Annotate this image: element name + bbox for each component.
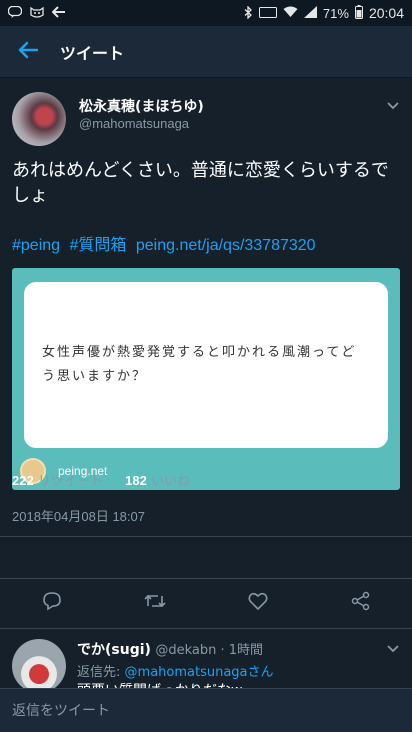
retweet-label[interactable]: リツイート [38, 474, 103, 489]
reply-header: でか(sugi) @dekabn · 1時間 [77, 639, 263, 659]
back-arrow-icon [51, 6, 66, 20]
reply-button[interactable] [0, 580, 103, 626]
card-question-box: 女性声優が熱愛発覚すると叩かれる風潮ってどう思いますか？ [24, 282, 388, 448]
wifi-icon [283, 6, 298, 20]
page-title: ツイート [60, 43, 125, 63]
bluetooth-icon [244, 4, 253, 21]
avatar[interactable] [12, 639, 66, 693]
reply-icon [42, 591, 62, 615]
like-icon [247, 592, 268, 614]
line-icon [7, 5, 23, 20]
reply-input[interactable] [12, 702, 402, 719]
reply-to: 返信先: @mahomatsunagaさん [77, 661, 274, 680]
status-bar: 71% 20:04 [0, 0, 412, 26]
author-row[interactable]: 松永真穂(まほちゆ) @mahomatsunaga [12, 92, 400, 152]
author-handle[interactable]: @mahomatsunaga [79, 116, 189, 131]
back-button[interactable] [0, 26, 56, 78]
retweet-icon [143, 592, 166, 614]
tweet-link[interactable]: peing.net/ja/qs/33787320 [136, 237, 316, 254]
signal-icon [303, 6, 317, 20]
volte-icon [258, 6, 277, 20]
like-label[interactable]: いいね [151, 474, 190, 489]
reply-to-label: 返信先: [77, 665, 121, 680]
app-bar: ツイート [0, 26, 412, 78]
compose-bar [0, 688, 412, 732]
tweet-text: あれはめんどくさい。普通に恋愛くらいするでしょ [12, 160, 389, 206]
hashtag-peing[interactable]: #peing [12, 237, 60, 254]
battery-percent: 71% [322, 5, 349, 21]
tweet-stats: 222 リツイート 182 いいね [12, 470, 190, 489]
like-button[interactable] [206, 580, 309, 626]
status-time: 20:04 [368, 5, 404, 21]
card-question: 女性声優が熱愛発覚すると叩かれる風潮ってどう思いますか？ [42, 345, 357, 384]
tweet-links: #peing #質問箱 peing.net/ja/qs/33787320 [12, 231, 402, 255]
retweet-count[interactable]: 222 [12, 473, 34, 488]
chevron-down-icon[interactable] [386, 98, 400, 112]
tweet-timestamp: 2018年04月08日 18:07 [12, 509, 145, 524]
action-bar [0, 580, 412, 626]
reply-to-mention[interactable]: @mahomatsunagaさん [125, 665, 274, 680]
share-button[interactable] [309, 580, 412, 626]
avatar[interactable] [12, 92, 66, 146]
author-name[interactable]: 松永真穂(まほちゆ) [79, 96, 204, 116]
hashtag-question-box[interactable]: #質問箱 [70, 237, 127, 254]
battery-icon [354, 5, 363, 21]
like-count[interactable]: 182 [125, 473, 147, 488]
cat-icon [30, 6, 44, 20]
reply-author-name[interactable]: でか(sugi) [77, 642, 151, 658]
divider [0, 536, 412, 537]
back-arrow-icon [18, 41, 39, 63]
chevron-down-icon[interactable] [386, 641, 400, 655]
retweet-button[interactable] [103, 580, 206, 626]
divider [0, 578, 412, 579]
share-icon [351, 591, 371, 615]
link-card[interactable]: 女性声優が熱愛発覚すると叩かれる風潮ってどう思いますか？ peing.net [12, 268, 400, 490]
reply-handle-time: @dekabn · 1時間 [155, 643, 264, 658]
